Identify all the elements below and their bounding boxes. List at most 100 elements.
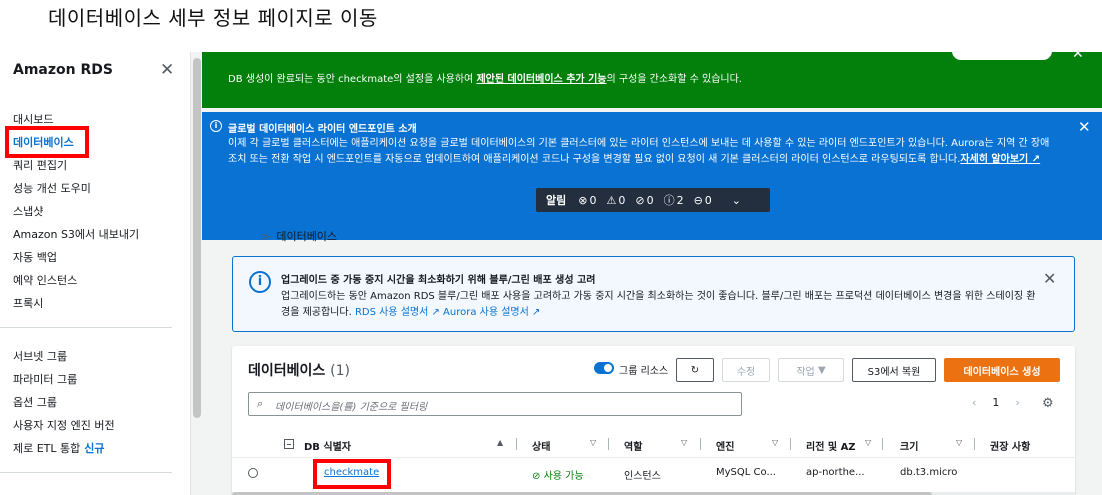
close-icon[interactable]: ✕ bbox=[1043, 269, 1056, 288]
group-resources-toggle[interactable] bbox=[594, 362, 614, 374]
col-region-az[interactable]: 리전 및 AZ bbox=[806, 438, 856, 453]
sort-icon[interactable]: ▽ bbox=[681, 438, 687, 447]
sidebar-item-zero-etl[interactable]: 제로 ETL 통합 신규 bbox=[13, 440, 105, 456]
actions-button[interactable]: 작업 ▼ bbox=[778, 358, 844, 382]
close-icon[interactable]: ✕ bbox=[1072, 46, 1084, 62]
banner-action-button[interactable] bbox=[952, 42, 1052, 60]
role-cell: 인스턴스 bbox=[624, 471, 661, 482]
info-alert-body: 업그레이드하는 동안 Amazon RDS 블루/그린 배포 사용을 고려하고 … bbox=[281, 291, 1036, 318]
col-recommendations[interactable]: 권장 사항 bbox=[990, 438, 1030, 453]
sidebar-divider bbox=[0, 327, 172, 328]
error-count: ⊗ 0 bbox=[578, 193, 597, 207]
current-page[interactable]: 1 bbox=[992, 396, 999, 409]
sort-icon[interactable]: ▽ bbox=[865, 438, 871, 447]
check-icon: ⊘ bbox=[635, 193, 645, 207]
suggested-addons-link[interactable]: 제안된 데이터베이스 추가 기능 bbox=[476, 74, 606, 85]
table-title: 데이터베이스 (1) bbox=[248, 363, 350, 379]
rds-guide-link[interactable]: RDS 사용 설명서 ↗ bbox=[355, 307, 440, 318]
create-database-button[interactable]: 데이터베이스 생성 bbox=[944, 358, 1060, 382]
new-badge: 신규 bbox=[84, 442, 105, 455]
sidebar-item-performance-insights[interactable]: 성능 개선 도우미 bbox=[13, 180, 91, 196]
screenshot-root: 데이터베이스 세부 정보 페이지로 이동 Amazon RDS ✕ 대시보드 데… bbox=[0, 0, 1102, 495]
error-icon: ⊗ bbox=[578, 193, 588, 207]
info-banner-title: 글로벌 데이터베이스 라이터 엔드포인트 소개 bbox=[228, 124, 417, 135]
filter-placeholder: 데이터베이스을(를) 기준으로 필터링 bbox=[275, 402, 428, 413]
chevron-down-icon[interactable]: ⌄ bbox=[732, 194, 741, 207]
breadcrumb-current: 데이터베이스 bbox=[276, 230, 338, 243]
info-banner-body: 이제 각 글로벌 클러스터에는 애플리케이션 요청을 글로벌 데이터베이스의 기… bbox=[228, 138, 1050, 165]
blue-green-info-alert: i 업그레이드 중 가동 중지 시간을 최소화하기 위해 블루/그린 배포 생성… bbox=[232, 256, 1075, 332]
pagination: ‹ 1 › bbox=[972, 396, 1020, 409]
engine-cell: MySQL Co... bbox=[716, 467, 776, 478]
caret-down-icon: ▼ bbox=[817, 364, 826, 376]
sidebar-divider bbox=[0, 472, 172, 473]
info-banner: i 글로벌 데이터베이스 라이터 엔드포인트 소개 이제 각 글로벌 클러스터에… bbox=[202, 112, 1102, 240]
success-banner-message: DB 생성이 완료되는 동안 checkmate의 설정을 사용하여 제안된 데… bbox=[228, 74, 742, 85]
info-icon: i bbox=[210, 120, 222, 132]
sort-icon[interactable]: ▽ bbox=[956, 438, 962, 447]
chevron-right-icon: > bbox=[261, 230, 271, 243]
sort-icon[interactable]: ▽ bbox=[590, 438, 596, 447]
sidebar: Amazon RDS ✕ 대시보드 데이터베이스 쿼리 편집기 성능 개선 도우… bbox=[0, 52, 190, 495]
notification-label: 알림 bbox=[546, 194, 567, 207]
refresh-icon: ↻ bbox=[690, 364, 700, 376]
success-banner: ✕ DB 생성이 완료되는 동안 checkmate의 설정을 사용하여 제안된… bbox=[202, 42, 1102, 108]
sidebar-item-subnet-groups[interactable]: 서브넷 그룹 bbox=[13, 348, 67, 364]
notification-bar[interactable]: 알림 ⊗ 0 ⚠ 0 ⊘ 0 ⓘ 2 ⊖ 0 ⌄ bbox=[536, 188, 770, 212]
highlight-db-identifier bbox=[313, 459, 391, 489]
success-count: ⊘ 0 bbox=[635, 193, 654, 207]
size-cell: db.t3.micro bbox=[900, 467, 958, 478]
sidebar-title: Amazon RDS bbox=[13, 62, 113, 78]
previous-page-icon[interactable]: ‹ bbox=[972, 396, 976, 409]
pending-count: ⊖ 0 bbox=[693, 193, 712, 207]
col-size[interactable]: 크기 bbox=[900, 438, 918, 453]
col-db-identifier[interactable]: DB 식별자 bbox=[304, 438, 351, 453]
gear-icon[interactable]: ⚙ bbox=[1042, 396, 1054, 411]
sidebar-scrollbar[interactable] bbox=[190, 52, 202, 495]
sidebar-item-s3-export[interactable]: Amazon S3에서 내보내기 bbox=[13, 226, 139, 242]
refresh-button[interactable]: ↻ bbox=[676, 358, 714, 382]
learn-more-link[interactable]: 자세히 알아보기 ↗ bbox=[960, 154, 1040, 165]
minus-circle-icon: ⊖ bbox=[693, 193, 703, 207]
info-count: ⓘ 2 bbox=[663, 193, 684, 208]
restore-from-s3-button[interactable]: S3에서 복원 bbox=[852, 358, 936, 382]
sort-asc-icon[interactable]: ▲ bbox=[497, 438, 503, 447]
sidebar-item-proxies[interactable]: 프록시 bbox=[13, 295, 43, 311]
row-select-radio[interactable] bbox=[248, 468, 258, 478]
sidebar-item-reserved-instances[interactable]: 예약 인스턴스 bbox=[13, 272, 77, 288]
main-content: ✕ DB 생성이 완료되는 동안 checkmate의 설정을 사용하여 제안된… bbox=[202, 42, 1102, 495]
group-resources-label: 그룹 리소스 bbox=[619, 366, 669, 377]
sidebar-item-parameter-groups[interactable]: 파라미터 그룹 bbox=[13, 371, 77, 387]
sidebar-item-custom-engine-versions[interactable]: 사용자 지정 엔진 버전 bbox=[13, 417, 115, 433]
table-count: (1) bbox=[330, 363, 350, 379]
aurora-guide-link[interactable]: Aurora 사용 설명서 ↗ bbox=[443, 307, 540, 318]
expand-collapse-all[interactable] bbox=[284, 439, 294, 449]
col-status[interactable]: 상태 bbox=[532, 438, 550, 453]
sidebar-item-snapshots[interactable]: 스냅샷 bbox=[13, 203, 43, 219]
modify-button[interactable]: 수정 bbox=[722, 358, 770, 382]
sort-icon[interactable]: ▽ bbox=[772, 438, 778, 447]
close-icon[interactable]: ✕ bbox=[160, 60, 174, 80]
col-engine[interactable]: 엔진 bbox=[716, 438, 734, 453]
sidebar-item-dashboard[interactable]: 대시보드 bbox=[13, 111, 53, 127]
scrollbar-thumb[interactable] bbox=[193, 58, 201, 418]
check-circle-icon: ⊘ bbox=[532, 471, 541, 482]
sidebar-item-automated-backups[interactable]: 자동 백업 bbox=[13, 249, 57, 265]
status-badge: ⊘ 사용 가능 bbox=[532, 471, 584, 482]
col-role[interactable]: 역할 bbox=[624, 438, 642, 453]
highlight-databases-nav bbox=[5, 126, 89, 158]
info-icon: ⓘ bbox=[663, 194, 675, 207]
next-page-icon[interactable]: › bbox=[1015, 396, 1019, 409]
info-alert-title: 업그레이드 중 가동 중지 시간을 최소화하기 위해 블루/그린 배포 생성 고… bbox=[281, 275, 596, 286]
region-cell: ap-northe... bbox=[806, 467, 865, 478]
close-icon[interactable]: ✕ bbox=[1078, 118, 1091, 136]
table-header: DB 식별자 ▲ 상태 ▽ 역할 ▽ 엔진 ▽ 리전 및 AZ ▽ 크기 ▽ 권… bbox=[232, 430, 1075, 458]
search-icon: ⌕ bbox=[257, 397, 264, 410]
breadcrumb-rds[interactable]: RDS bbox=[232, 230, 255, 243]
sidebar-item-option-groups[interactable]: 옵션 그룹 bbox=[13, 394, 57, 410]
sidebar-item-query-editor[interactable]: 쿼리 편집기 bbox=[13, 157, 67, 173]
warning-icon: ⚠ bbox=[606, 193, 617, 207]
breadcrumb: RDS > 데이터베이스 bbox=[232, 228, 337, 244]
sidebar-item-label: 제로 ETL 통합 bbox=[13, 442, 81, 455]
filter-input[interactable]: ⌕ 데이터베이스을(를) 기준으로 필터링 bbox=[248, 392, 742, 416]
